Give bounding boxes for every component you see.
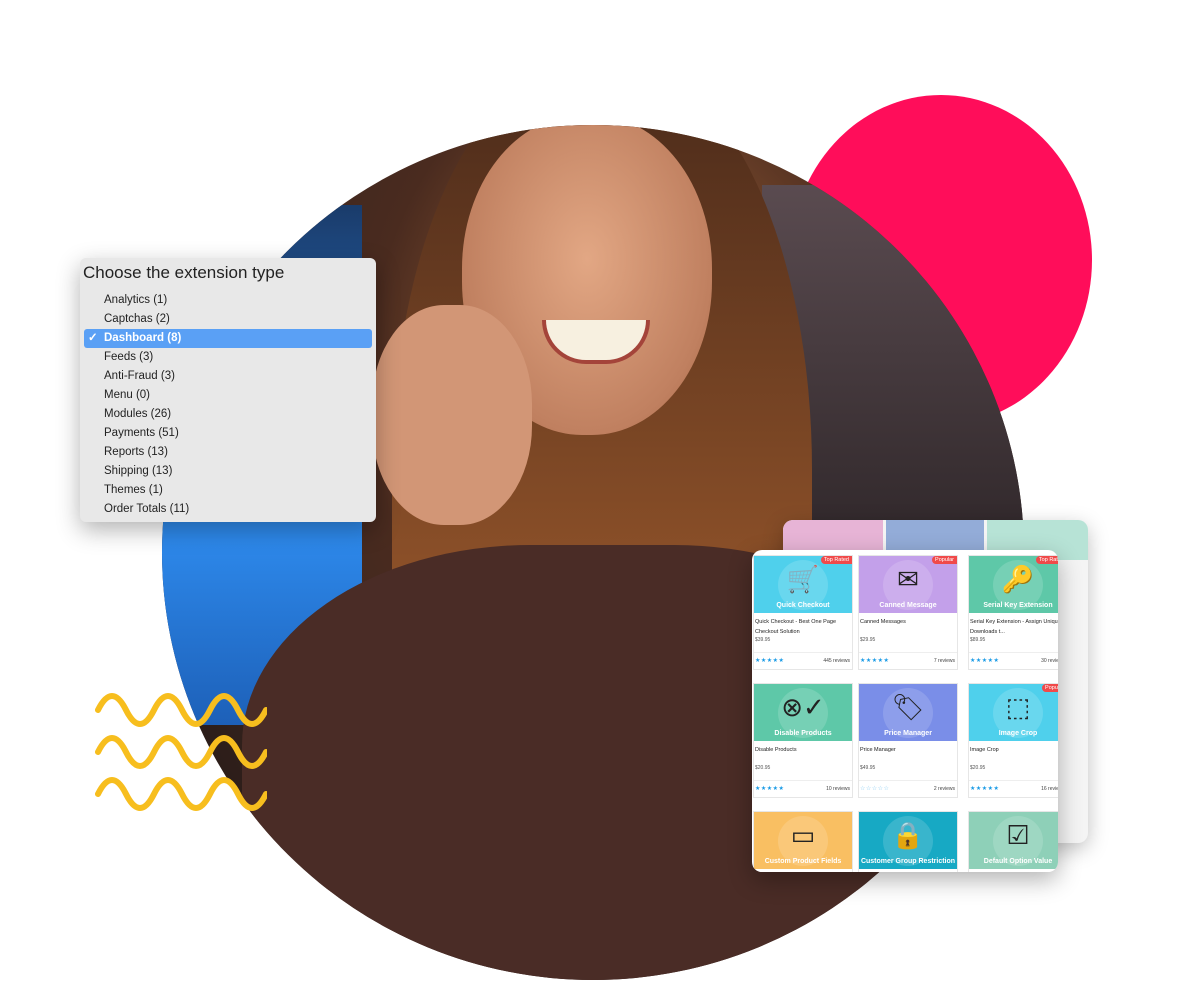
card-price: $20.95 <box>970 765 986 771</box>
key-icon: 🔑 <box>1001 564 1035 594</box>
card-price: $29.95 <box>860 637 876 643</box>
extension-type-dropdown[interactable]: Choose the extension type Analytics (1) C… <box>80 258 376 522</box>
extension-card[interactable]: ▭ Custom Product Fields <box>753 811 853 872</box>
dropdown-option[interactable]: Shipping (13) <box>84 462 372 481</box>
dropdown-option[interactable]: Analytics (1) <box>84 291 372 310</box>
extension-card[interactable]: ✉ Canned Message Popular Canned Messages… <box>858 555 958 670</box>
card-badge: Popular <box>1042 684 1058 692</box>
card-price: $20.95 <box>755 765 771 771</box>
dropdown-option[interactable]: Captchas (2) <box>84 310 372 329</box>
dropdown-option[interactable]: Menu (0) <box>84 386 372 405</box>
star-rating: ★★★★★ <box>755 786 785 792</box>
extension-card[interactable]: 🔒 Customer Group Restriction <box>858 811 958 872</box>
card-title: Image Crop <box>970 747 999 753</box>
option-label: Dashboard (8) <box>104 332 182 344</box>
dropdown-option[interactable]: Anti-Fraud (3) <box>84 367 372 386</box>
option-label: Reports (13) <box>104 446 168 458</box>
card-caption: Serial Key Extension <box>983 602 1053 609</box>
card-caption: Price Manager <box>884 730 932 737</box>
card-caption: Custom Product Fields <box>764 858 842 865</box>
option-label: Anti-Fraud (3) <box>104 370 175 382</box>
review-count: 445 reviews <box>823 658 850 664</box>
card-price: $89.95 <box>970 637 986 643</box>
card-title: Price Manager <box>860 747 896 753</box>
card-image: ☑ Default Option Value <box>969 812 1058 869</box>
card-title: Serial Key Extension - Assign Unique Dow… <box>970 619 1058 635</box>
dropdown-option[interactable]: Order Totals (11) <box>84 500 372 519</box>
extension-card[interactable]: 🔑 Serial Key Extension Top Rated Serial … <box>968 555 1058 670</box>
check-icon: ✓ <box>88 332 98 344</box>
star-rating: ★★★★★ <box>755 658 785 664</box>
dropdown-title: Choose the extension type <box>83 263 285 282</box>
card-price: $39.95 <box>755 637 771 643</box>
card-title: Quick Checkout - Best One Page Checkout … <box>755 619 837 635</box>
card-price: $49.95 <box>860 765 876 771</box>
decorative-waves <box>95 693 267 811</box>
dropdown-options: Analytics (1) Captchas (2) ✓ Dashboard (8) F… <box>80 291 376 519</box>
review-count: 2 reviews <box>933 786 955 792</box>
option-label: Analytics (1) <box>104 294 168 306</box>
review-count: 16 reviews <box>1041 786 1058 792</box>
option-label: Themes (1) <box>104 484 163 496</box>
card-title: Canned Messages <box>860 619 906 625</box>
extension-card[interactable]: ⬚ Image Crop Popular Image Crop $20.95 ★… <box>968 683 1058 798</box>
extension-card[interactable]: 🛒 Quick Checkout Top Rated Quick Checkou… <box>753 555 853 670</box>
card-image: 🔑 Serial Key Extension Top Rated <box>969 556 1058 613</box>
crop-icon: ⬚ <box>1005 692 1031 722</box>
card-caption: Image Crop <box>998 730 1038 737</box>
review-count: 30 reviews <box>1041 658 1058 664</box>
card-image: ▭ Custom Product Fields <box>754 812 852 869</box>
card-image: ✉ Canned Message Popular <box>859 556 957 613</box>
card-caption: Quick Checkout <box>776 602 830 609</box>
dropdown-option[interactable]: ✓ Dashboard (8) <box>84 329 372 348</box>
star-rating: ★★★★★ <box>970 658 1000 664</box>
card-badge: Top Rated <box>820 556 852 564</box>
option-label: Shipping (13) <box>104 465 173 477</box>
envelope-icon: ✉ <box>897 564 919 594</box>
dropdown-option[interactable]: Themes (1) <box>84 481 372 500</box>
card-image: 🛒 Quick Checkout Top Rated <box>754 556 852 613</box>
card-image: ⬚ Image Crop Popular <box>969 684 1058 741</box>
option-label: Menu (0) <box>104 389 151 401</box>
extension-card-grid: 🛒 Quick Checkout Top Rated Quick Checkou… <box>752 550 1058 872</box>
extension-card[interactable]: ⊗✓ Disable Products Disable Products $20… <box>753 683 853 798</box>
review-count: 10 reviews <box>826 786 850 792</box>
option-label: Captchas (2) <box>104 313 170 325</box>
option-label: Feeds (3) <box>104 351 154 363</box>
price-tag-icon: 🏷 <box>891 692 925 722</box>
card-image: 🏷 Price Manager <box>859 684 957 741</box>
cart-icon: 🛒 <box>786 564 820 594</box>
star-rating: ★★★★★ <box>860 658 890 664</box>
star-rating: ★★★★★ <box>970 786 1000 792</box>
option-label: Payments (51) <box>104 427 179 439</box>
fields-icon: ▭ <box>790 820 816 850</box>
card-image: 🔒 Customer Group Restriction <box>859 812 957 869</box>
lock-icon: 🔒 <box>891 820 925 850</box>
option-label: Order Totals (11) <box>104 503 190 515</box>
card-caption: Canned Message <box>879 602 937 609</box>
toggle-icon: ⊗✓ <box>781 692 825 722</box>
dropdown-option[interactable]: Reports (13) <box>84 443 372 462</box>
card-image: ⊗✓ Disable Products <box>754 684 852 741</box>
dropdown-option[interactable]: Feeds (3) <box>84 348 372 367</box>
card-caption: Disable Products <box>774 730 832 737</box>
dropdown-option[interactable]: Modules (26) <box>84 405 372 424</box>
card-caption: Customer Group Restriction <box>860 858 956 865</box>
extension-card[interactable]: 🏷 Price Manager Price Manager $49.95 ☆☆☆… <box>858 683 958 798</box>
option-label: Modules (26) <box>104 408 172 420</box>
card-badge: Top Rated <box>1035 556 1058 564</box>
card-caption: Default Option Value <box>983 858 1053 865</box>
card-badge: Popular <box>932 556 957 564</box>
star-rating: ☆☆☆☆☆ <box>860 786 890 792</box>
dropdown-option[interactable]: Payments (51) <box>84 424 372 443</box>
extension-card[interactable]: ☑ Default Option Value <box>968 811 1058 872</box>
card-title: Disable Products <box>755 747 797 753</box>
review-count: 7 reviews <box>933 658 955 664</box>
checkbox-icon: ☑ <box>1006 820 1030 850</box>
